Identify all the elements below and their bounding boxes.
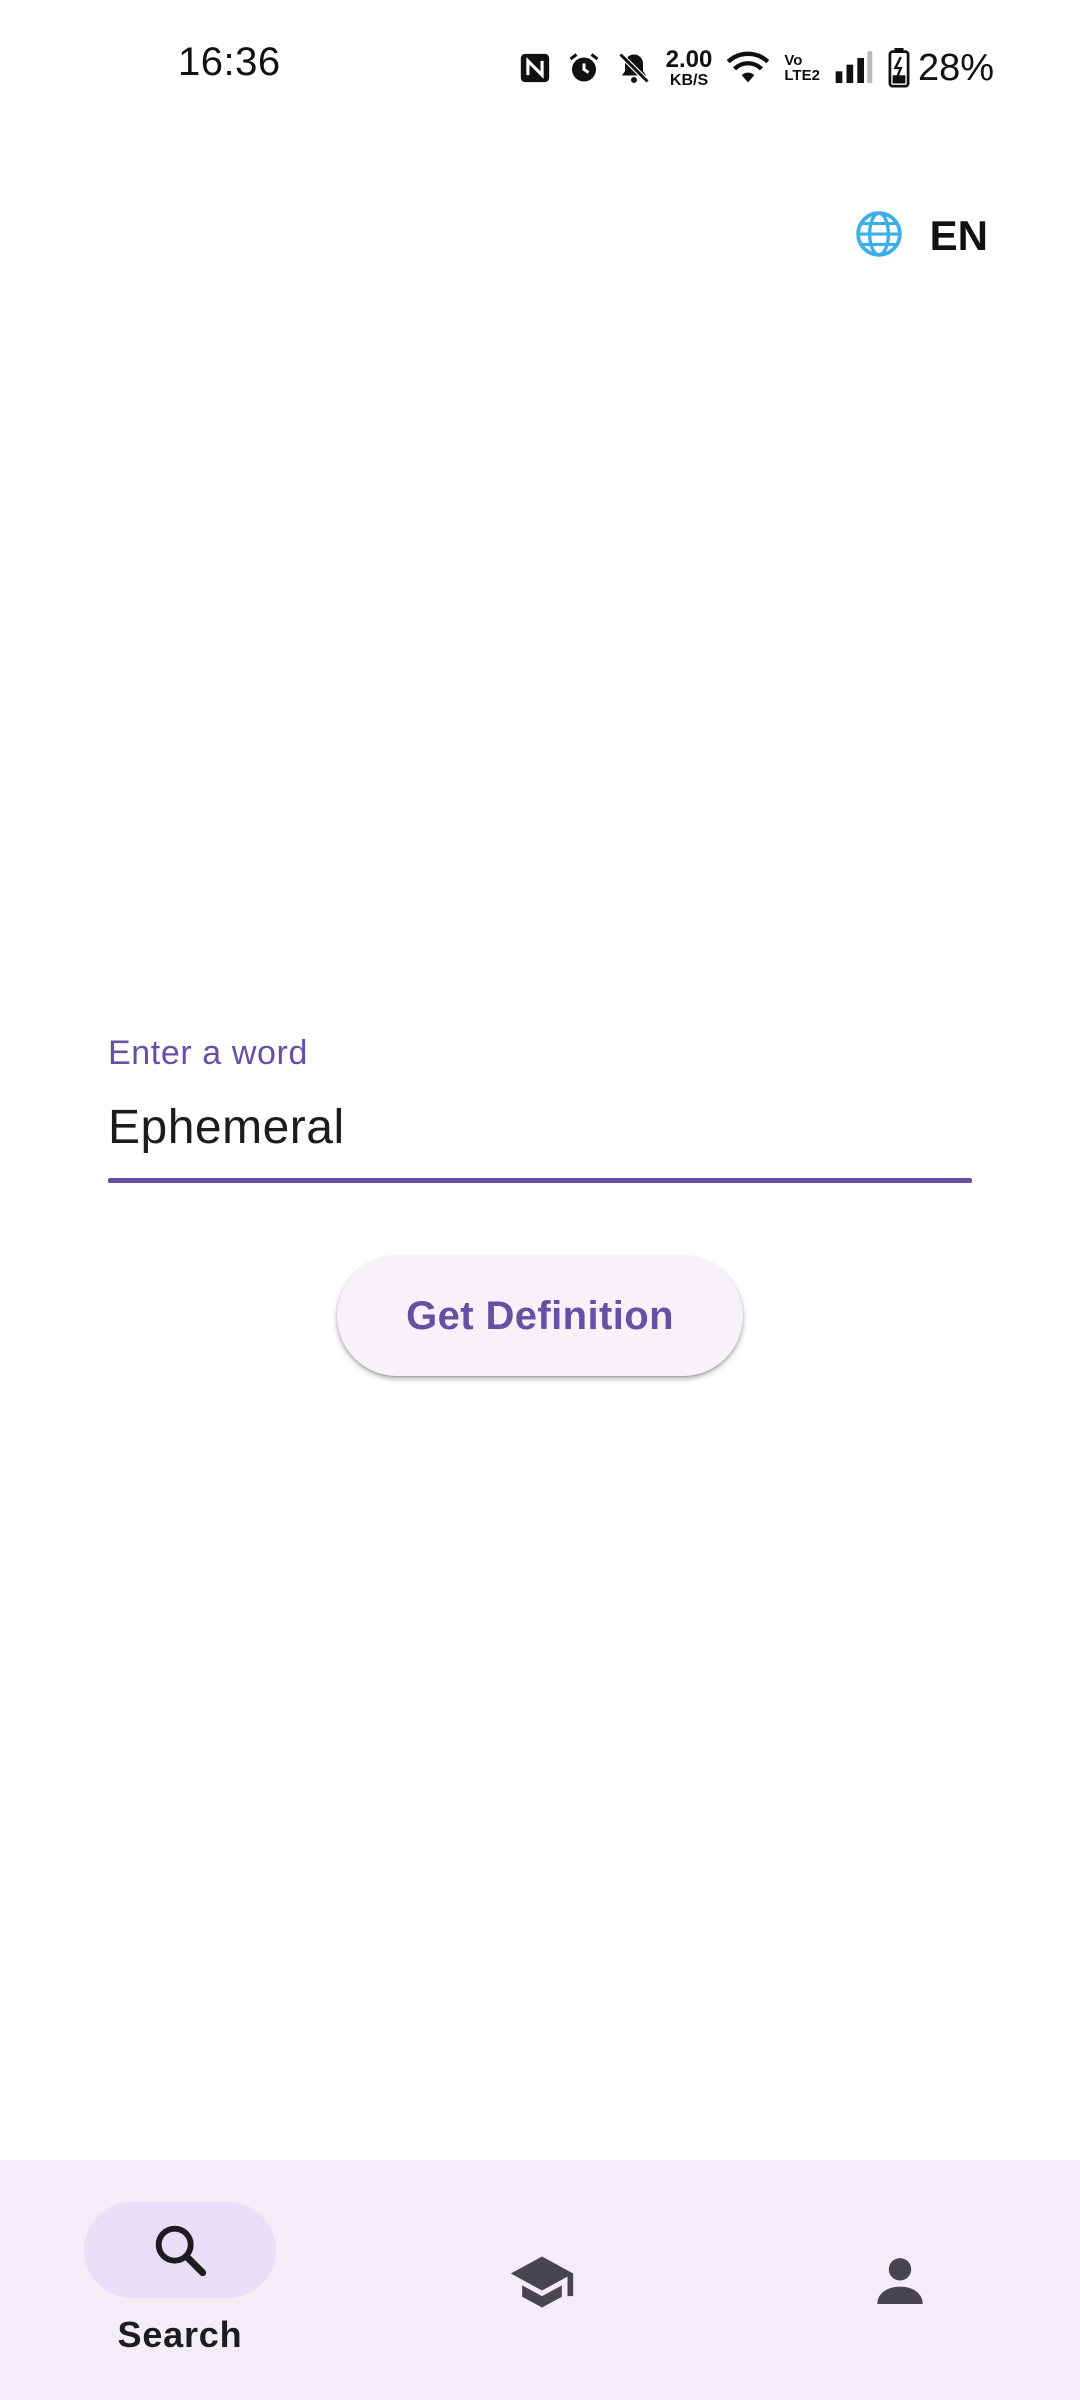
status-icons: 2.00 KB/S Vo LTE2 28% — [518, 44, 994, 92]
status-bar: 16:36 2.00 KB/S Vo LTE2 28% — [0, 0, 1080, 136]
graduation-cap-icon — [508, 2248, 574, 2312]
person-icon — [868, 2248, 932, 2312]
nfc-icon — [518, 51, 552, 85]
battery-charging-icon — [888, 48, 910, 88]
search-icon — [148, 2218, 212, 2282]
bottom-navigation: Search — [0, 2160, 1080, 2400]
get-definition-button[interactable]: Get Definition — [337, 1256, 743, 1376]
language-code: EN — [929, 212, 988, 259]
language-switcher[interactable]: EN — [854, 204, 988, 268]
net-speed: 2.00 KB/S — [665, 45, 713, 89]
nav-item-profile[interactable] — [720, 2160, 1080, 2400]
word-field-underline — [108, 1178, 972, 1183]
globe-icon — [854, 209, 904, 264]
word-field-label: Enter a word — [108, 1034, 308, 1072]
net-speed-unit: KB/S — [669, 71, 709, 89]
bell-muted-icon — [616, 50, 652, 86]
alarm-icon — [566, 50, 602, 86]
word-input[interactable] — [108, 1092, 972, 1162]
battery-percent: 28% — [917, 46, 994, 89]
volte-bottom: LTE2 — [784, 67, 820, 84]
nav-label-search: Search — [117, 2314, 243, 2355]
volte-top: Vo — [784, 52, 803, 69]
nav-item-learn[interactable] — [360, 2160, 720, 2400]
signal-icon — [834, 51, 874, 85]
status-time: 16:36 — [178, 40, 281, 84]
word-field[interactable]: Enter a word — [108, 1034, 972, 1186]
nav-item-search[interactable]: Search — [0, 2160, 360, 2400]
volte-indicator: Vo LTE2 — [784, 53, 820, 83]
net-speed-value: 2.00 — [665, 45, 713, 73]
wifi-icon — [726, 50, 770, 86]
